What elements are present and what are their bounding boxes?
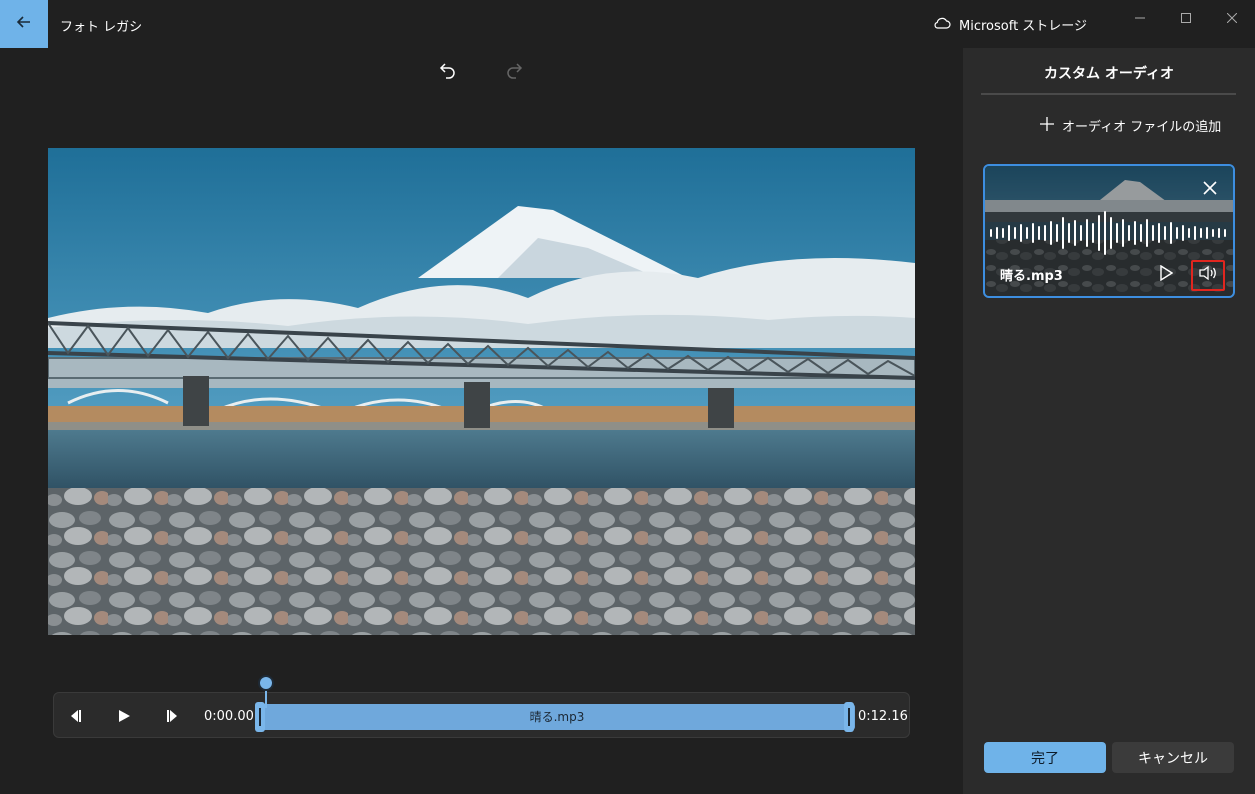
back-button[interactable] bbox=[0, 0, 48, 48]
panel-divider bbox=[981, 93, 1236, 95]
close-icon bbox=[1226, 8, 1238, 27]
undo-icon bbox=[439, 61, 457, 83]
maximize-button[interactable] bbox=[1163, 0, 1209, 34]
play-icon bbox=[1159, 264, 1174, 285]
minimize-button[interactable] bbox=[1117, 0, 1163, 34]
play-button[interactable] bbox=[111, 704, 137, 730]
playhead-knob[interactable] bbox=[260, 677, 272, 689]
add-audio-label: オーディオ ファイルの追加 bbox=[1062, 120, 1222, 135]
trim-start-handle[interactable] bbox=[255, 702, 265, 732]
start-time: 0:00.00 bbox=[204, 709, 254, 724]
panel-title: カスタム オーディオ bbox=[1044, 66, 1174, 82]
play-icon bbox=[117, 708, 131, 727]
playhead[interactable] bbox=[265, 688, 267, 708]
volume-highlight bbox=[1191, 260, 1225, 291]
audio-file-name: 晴る.mp3 bbox=[1000, 269, 1063, 284]
done-button[interactable]: 完了 bbox=[984, 742, 1106, 773]
storage-label: Microsoft ストレージ bbox=[959, 19, 1088, 34]
cloud-icon bbox=[933, 17, 951, 33]
custom-audio-panel bbox=[963, 48, 1255, 794]
storage-button[interactable]: Microsoft ストレージ bbox=[933, 15, 1087, 34]
step-forward-icon bbox=[166, 708, 180, 727]
step-back-icon bbox=[68, 708, 82, 727]
track-label: 晴る.mp3 bbox=[529, 710, 585, 724]
app-title: フォト レガシ bbox=[60, 20, 143, 35]
trim-end-handle[interactable] bbox=[844, 702, 854, 732]
redo-button[interactable] bbox=[498, 56, 530, 88]
end-time: 0:12.16 bbox=[858, 709, 908, 724]
close-icon bbox=[1203, 180, 1217, 199]
plus-icon bbox=[1040, 116, 1054, 135]
cancel-button[interactable]: キャンセル bbox=[1112, 742, 1234, 773]
step-back-button[interactable] bbox=[62, 704, 88, 730]
step-forward-button[interactable] bbox=[160, 704, 186, 730]
add-audio-button[interactable]: オーディオ ファイルの追加 bbox=[1040, 116, 1221, 135]
back-arrow-icon bbox=[16, 14, 32, 34]
minimize-icon bbox=[1135, 8, 1145, 27]
undo-button[interactable] bbox=[432, 56, 464, 88]
maximize-icon bbox=[1181, 8, 1191, 27]
play-audio-button[interactable] bbox=[1154, 263, 1178, 287]
video-preview bbox=[48, 148, 915, 635]
close-window-button[interactable] bbox=[1209, 0, 1255, 34]
remove-audio-button[interactable] bbox=[1198, 177, 1222, 201]
redo-icon bbox=[505, 61, 523, 83]
